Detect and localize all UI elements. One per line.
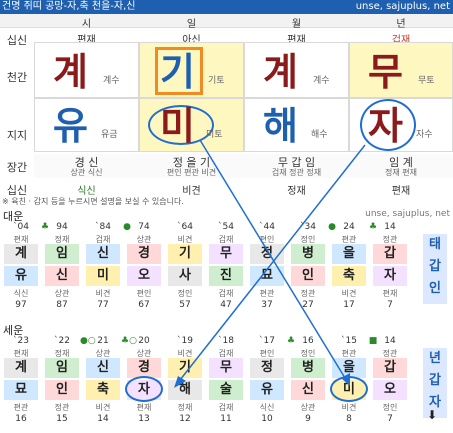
arrow-head-1	[174, 376, 186, 388]
arrow-line-1	[179, 144, 366, 381]
arrow-line-2	[199, 139, 346, 379]
arrow-overlay	[174, 139, 366, 388]
scroll-down-icon[interactable]: ⬇	[427, 408, 437, 422]
